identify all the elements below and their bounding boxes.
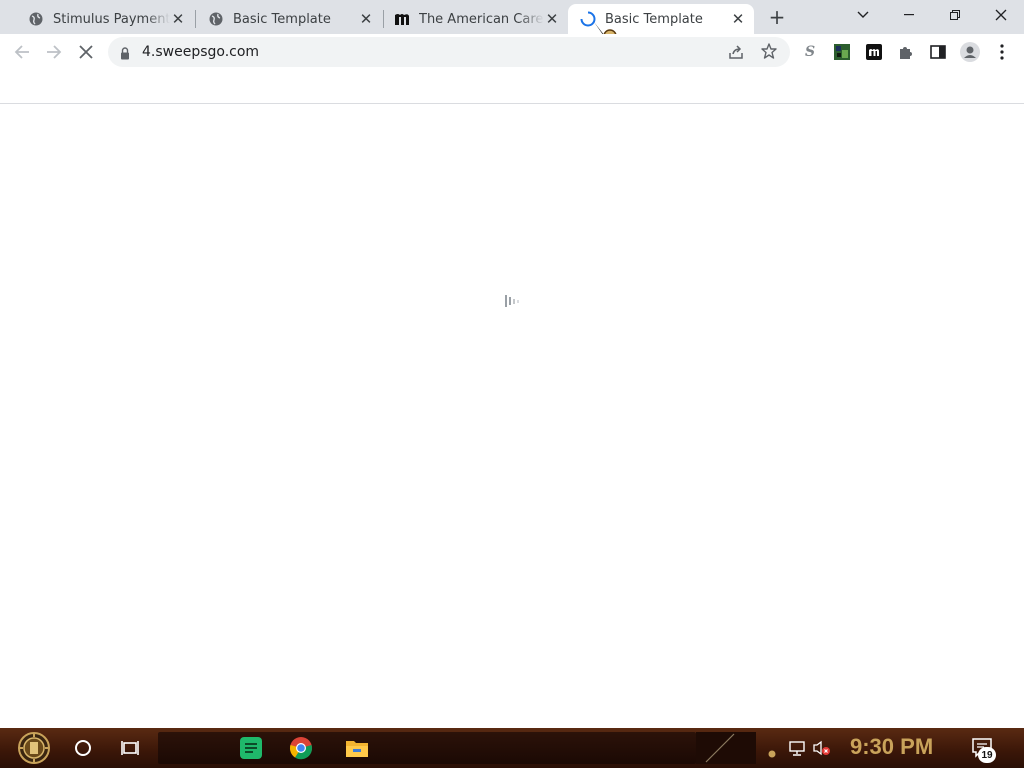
globe-icon [208,11,224,27]
extension-image-icon[interactable] [828,38,856,66]
stop-loading-icon[interactable] [72,38,100,66]
forward-icon[interactable] [40,38,68,66]
taskbar-decoration [696,732,756,764]
tab-basic-template-1[interactable]: Basic Template ✕ [196,4,382,34]
tab-title: The American Career [419,11,544,27]
tab-stimulus-payments[interactable]: Stimulus Payments & ✕ [8,4,194,34]
restore-icon[interactable] [932,0,978,30]
volume-muted-icon[interactable] [812,740,832,760]
tab-strip: Stimulus Payments & ✕ Basic Template ✕ T… [0,0,1024,34]
tab-american-career[interactable]: The American Career ✕ [384,4,568,34]
minimize-icon[interactable] [886,0,932,30]
file-explorer-icon[interactable] [345,737,369,763]
extension-m-icon[interactable] [860,38,888,66]
tab-close-icon[interactable]: ✕ [358,10,374,28]
tab-close-icon[interactable]: ✕ [170,10,186,28]
notification-count-badge: 19 [978,747,996,763]
share-icon[interactable] [728,44,744,64]
page-content [0,104,1024,728]
taskbar-apps-area [158,732,696,764]
tab-title: Basic Template [233,11,331,27]
menu-dots-icon[interactable] [988,38,1016,66]
side-panel-icon[interactable] [924,38,952,66]
extension-s-icon[interactable]: S [796,38,824,66]
clock-time[interactable]: 9:30 PM [850,734,933,760]
lock-icon[interactable] [120,45,130,64]
chevron-up-icon[interactable] [768,743,776,762]
close-icon[interactable] [978,0,1024,30]
tab-close-icon[interactable]: ✕ [544,10,560,28]
chevron-down-icon[interactable] [840,0,886,30]
extensions-puzzle-icon[interactable] [892,38,920,66]
address-bar[interactable]: 4.sweepsgo.com [108,37,790,67]
bookmark-star-icon[interactable] [761,43,777,63]
task-view-icon[interactable] [120,739,140,761]
profile-icon[interactable] [956,38,984,66]
chrome-icon[interactable] [289,736,313,764]
new-tab-button[interactable]: + [766,5,788,29]
network-icon[interactable] [788,740,806,760]
globe-icon [28,11,44,27]
search-circle-icon[interactable] [74,739,92,761]
m-logo-icon [394,11,410,27]
notes-app-icon[interactable] [240,737,262,763]
start-icon[interactable] [10,731,58,765]
tab-close-icon[interactable]: ✕ [730,10,746,28]
notifications-icon[interactable]: 19 [972,738,996,763]
bookmarks-bar [0,72,1024,104]
url-text[interactable]: 4.sweepsgo.com [142,44,259,60]
back-icon[interactable] [8,38,36,66]
loading-indicator-icon [505,295,521,307]
browser-toolbar: 4.sweepsgo.com S [0,34,1024,72]
tab-title: Stimulus Payments & [53,11,170,27]
